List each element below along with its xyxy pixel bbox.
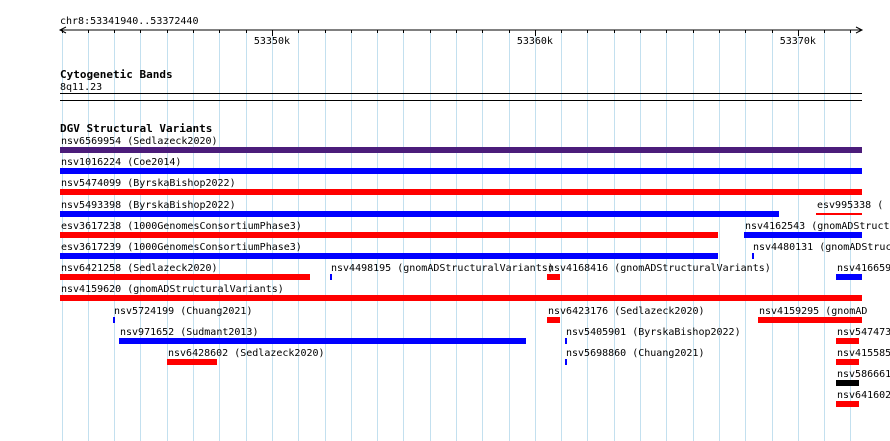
dgv-feature[interactable]: nsv5474099 (ByrskaBishop2022) <box>60 178 862 195</box>
dgv-feature[interactable]: nsv4162543 (gnomADStructu <box>744 221 890 238</box>
dgv-feature[interactable]: nsv415585 <box>836 348 890 365</box>
dgv-feature-label: nsv5493398 (ByrskaBishop2022) <box>61 200 236 211</box>
dgv-feature[interactable]: nsv5405901 (ByrskaBishop2022) <box>565 327 741 344</box>
dgv-feature-bar[interactable] <box>60 147 862 153</box>
ruler-tick-label: 53360k <box>517 36 553 47</box>
dgv-feature[interactable]: nsv4159620 (gnomADStructuralVariants) <box>60 284 862 301</box>
ruler-tick-label: 53370k <box>780 36 816 47</box>
dgv-feature-bar[interactable] <box>565 359 567 365</box>
dgv-feature[interactable]: esv3617238 (1000GenomesConsortiumPhase3) <box>60 221 718 238</box>
dgv-feature-bar[interactable] <box>836 380 859 386</box>
dgv-feature-label: nsv6421258 (Sedlazeck2020) <box>61 263 218 274</box>
dgv-feature-bar[interactable] <box>60 211 779 217</box>
dgv-feature-label: esv995338 ( <box>817 200 883 211</box>
dgv-feature-bar[interactable] <box>744 232 862 238</box>
cytoband-track-title: Cytogenetic Bands <box>60 68 173 81</box>
dgv-feature[interactable]: nsv547473 <box>836 327 890 344</box>
cytoband-track[interactable]: Cytogenetic Bands 8q11.23 <box>60 68 862 101</box>
dgv-feature-bar[interactable] <box>119 338 526 344</box>
dgv-features[interactable]: nsv6569954 (Sedlazeck2020) nsv1016224 (Co… <box>60 136 890 407</box>
dgv-feature-label: nsv4480131 (gnomADStructu <box>753 242 890 253</box>
dgv-feature[interactable]: esv995338 ( <box>816 200 883 215</box>
dgv-feature-label: nsv4498195 (gnomADStructuralVariants) <box>331 263 554 274</box>
dgv-feature-label: nsv586661 <box>837 369 890 380</box>
dgv-feature-bar[interactable] <box>60 232 718 238</box>
dgv-feature[interactable]: nsv4168416 (gnomADStructuralVariants) <box>547 263 771 280</box>
dgv-feature-label: nsv416659 <box>837 263 890 274</box>
coordinate-label: chr8:53341940..53372440 <box>60 16 198 27</box>
dgv-feature-bar[interactable] <box>836 401 859 407</box>
dgv-feature[interactable]: nsv4159295 (gnomAD <box>758 306 867 323</box>
dgv-feature[interactable]: nsv1016224 (Coe2014) <box>60 157 862 174</box>
dgv-feature-bar[interactable] <box>60 168 862 174</box>
genome-browser-panel[interactable]: chr8:53341940..53372440 53350k 53360k 5337… <box>0 0 890 441</box>
dgv-feature-bar[interactable] <box>330 274 332 280</box>
dgv-feature-label: nsv6423176 (Sedlazeck2020) <box>548 306 705 317</box>
dgv-feature[interactable]: nsv5724199 (Chuang2021) <box>113 306 252 323</box>
dgv-feature-bar[interactable] <box>752 253 754 259</box>
cytoband-label: 8q11.23 <box>60 82 102 93</box>
dgv-feature-label: nsv6428602 (Sedlazeck2020) <box>168 348 325 359</box>
dgv-feature-bar[interactable] <box>60 189 862 195</box>
dgv-feature-bar[interactable] <box>565 338 567 344</box>
dgv-feature[interactable]: nsv5493398 (ByrskaBishop2022) <box>60 200 779 217</box>
dgv-feature-bar[interactable] <box>758 317 862 323</box>
dgv-feature-label: nsv4168416 (gnomADStructuralVariants) <box>548 263 771 274</box>
dgv-feature-bar[interactable] <box>167 359 217 365</box>
ruler[interactable]: chr8:53341940..53372440 53350k 53360k 5337… <box>58 16 864 47</box>
dgv-feature-bar[interactable] <box>60 274 310 280</box>
dgv-feature-bar[interactable] <box>60 295 862 301</box>
dgv-feature-label: esv3617239 (1000GenomesConsortiumPhase3) <box>61 242 302 253</box>
dgv-feature[interactable]: nsv6423176 (Sedlazeck2020) <box>547 306 705 323</box>
dgv-feature-label: nsv6569954 (Sedlazeck2020) <box>61 136 218 147</box>
dgv-feature-bar[interactable] <box>60 253 718 259</box>
dgv-feature[interactable]: nsv4498195 (gnomADStructuralVariants) <box>330 263 554 280</box>
dgv-feature-label: nsv5724199 (Chuang2021) <box>114 306 252 317</box>
dgv-feature[interactable]: nsv6569954 (Sedlazeck2020) <box>60 136 862 153</box>
dgv-feature-bar[interactable] <box>836 274 862 280</box>
dgv-feature-label: nsv5474099 (ByrskaBishop2022) <box>61 178 236 189</box>
dgv-feature[interactable]: nsv5698860 (Chuang2021) <box>565 348 704 365</box>
dgv-feature-label: nsv5405901 (ByrskaBishop2022) <box>566 327 741 338</box>
dgv-feature-label: nsv4159295 (gnomAD <box>759 306 867 317</box>
dgv-feature[interactable]: nsv6428602 (Sedlazeck2020) <box>167 348 325 365</box>
dgv-feature-label: esv3617238 (1000GenomesConsortiumPhase3) <box>61 221 302 232</box>
dgv-feature-label: nsv641602 <box>837 390 890 401</box>
dgv-feature-bar[interactable] <box>113 317 115 323</box>
dgv-track-title: DGV Structural Variants <box>60 122 212 135</box>
dgv-feature-bar[interactable] <box>836 338 859 344</box>
dgv-feature-bar[interactable] <box>547 317 560 323</box>
dgv-feature-label: nsv4159620 (gnomADStructuralVariants) <box>61 284 284 295</box>
ruler-tick-label: 53350k <box>254 36 290 47</box>
dgv-track[interactable]: DGV Structural Variants nsv6569954 (Sedl… <box>60 122 890 407</box>
dgv-feature-label: nsv4162543 (gnomADStructu <box>745 221 890 232</box>
dgv-feature[interactable]: nsv971652 (Sudmant2013) <box>119 327 526 344</box>
dgv-feature-bar[interactable] <box>547 274 560 280</box>
dgv-feature[interactable]: esv3617239 (1000GenomesConsortiumPhase3) <box>60 242 718 259</box>
dgv-feature-label: nsv547473 <box>837 327 890 338</box>
dgv-feature-label: nsv5698860 (Chuang2021) <box>566 348 704 359</box>
dgv-feature[interactable]: nsv586661 <box>836 369 890 386</box>
dgv-feature[interactable]: nsv641602 <box>836 390 890 407</box>
dgv-feature-label: nsv415585 <box>837 348 890 359</box>
dgv-feature-label: nsv971652 (Sudmant2013) <box>120 327 258 338</box>
dgv-feature-bar[interactable] <box>816 213 862 215</box>
dgv-feature[interactable]: nsv416659 <box>836 263 890 280</box>
dgv-feature-bar[interactable] <box>836 359 859 365</box>
dgv-feature-label: nsv1016224 (Coe2014) <box>61 157 181 168</box>
